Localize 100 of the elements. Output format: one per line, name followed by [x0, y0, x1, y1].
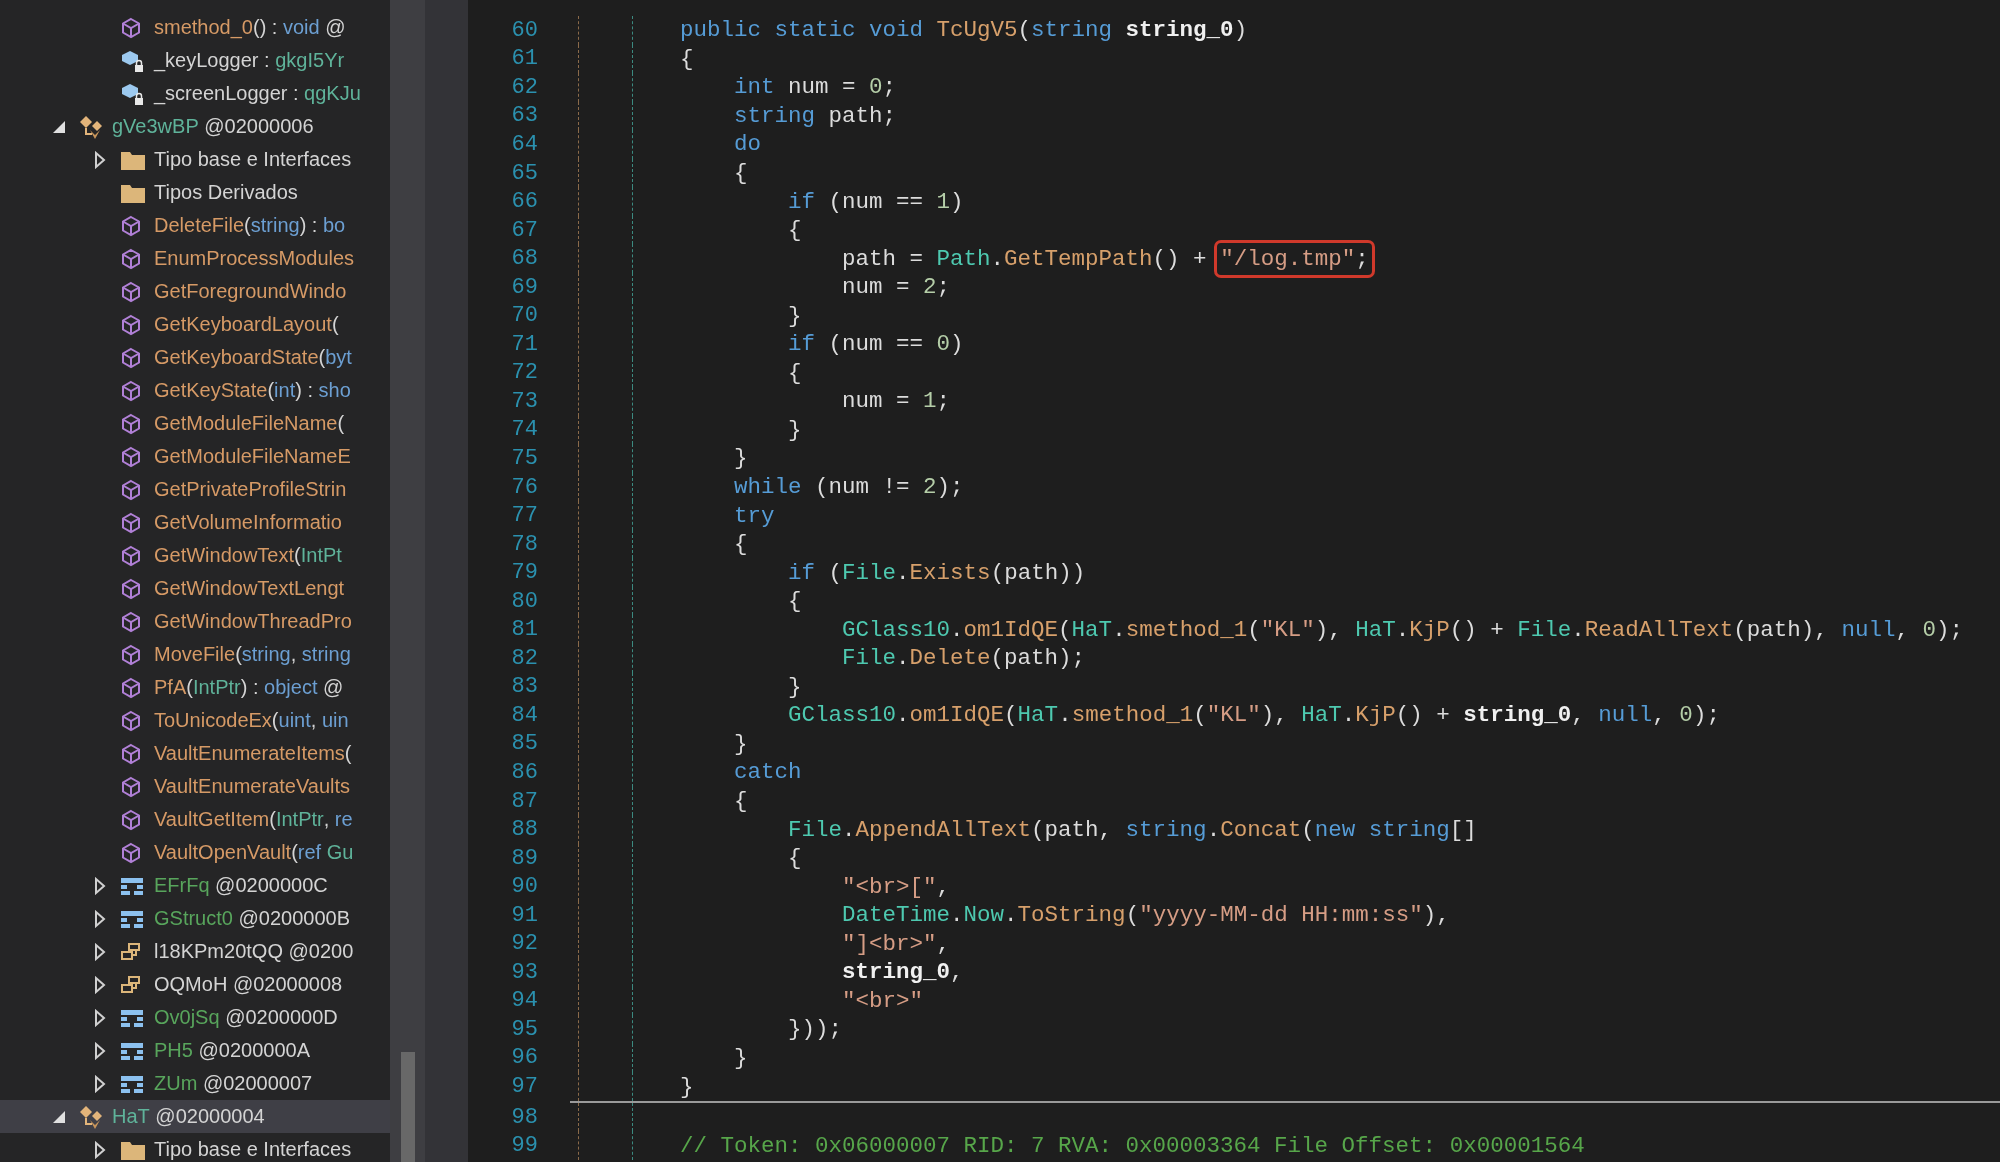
code-text: ), — [1260, 702, 1289, 729]
collapse-icon[interactable] — [52, 119, 66, 134]
tree-item[interactable]: ToUnicodeEx(uint, uin — [0, 704, 390, 737]
expand-icon[interactable] — [94, 876, 106, 895]
method-name: smethod_1 — [1125, 616, 1248, 643]
scrollbar[interactable] — [390, 0, 425, 1162]
tree-item[interactable]: GetForegroundWindo — [0, 275, 390, 308]
collapse-icon[interactable] — [52, 1109, 66, 1124]
tree-item[interactable]: GetWindowThreadPro — [0, 605, 390, 638]
line-number: 89 — [510, 845, 538, 871]
blocks-icon — [120, 875, 144, 896]
tree-item[interactable]: Tipo base e Interfaces — [0, 1133, 390, 1162]
keyword: try — [734, 502, 775, 529]
code-text: ), — [1314, 616, 1343, 643]
expand-icon[interactable] — [94, 150, 106, 169]
line-number: 82 — [510, 645, 538, 671]
expand-icon[interactable] — [94, 909, 106, 928]
line-number: 64 — [510, 131, 538, 157]
line-number: 88 — [510, 817, 538, 843]
code-text: , — [1895, 616, 1910, 643]
expand-icon[interactable] — [94, 1041, 106, 1060]
cube-icon — [120, 775, 142, 798]
tree-item[interactable]: Ov0jSq @0200000D — [0, 1001, 390, 1034]
string-literal: "<br>[" — [842, 873, 937, 900]
line-number: 95 — [510, 1016, 538, 1042]
tree-item[interactable]: GetVolumeInformatio — [0, 506, 390, 539]
code-text: ); — [1692, 702, 1720, 729]
tree-item[interactable]: GetKeyState(int) : sho — [0, 374, 390, 407]
tree-item[interactable]: _keyLogger : gkgI5Yr — [0, 44, 390, 77]
tree-item[interactable]: MoveFile(string, string — [0, 638, 390, 671]
keyword: do — [734, 131, 762, 158]
type-name: File — [842, 559, 897, 586]
cube-icon — [120, 610, 142, 633]
code-text: num = — [788, 74, 857, 101]
code-text: } — [788, 673, 802, 700]
code-text: { — [734, 788, 748, 815]
code-text: ); — [1935, 616, 1963, 643]
string-literal: "<br>" — [842, 987, 924, 1014]
tree-item[interactable]: _screenLogger : qgKJu — [0, 77, 390, 110]
tree-item[interactable]: VaultOpenVault(ref Gu — [0, 836, 390, 869]
expand-icon[interactable] — [94, 942, 106, 961]
tree-item[interactable]: GetWindowText(IntPt — [0, 539, 390, 572]
type-name: HaT — [1071, 616, 1113, 643]
code-text: ( — [1004, 702, 1018, 729]
code-text: ( — [1058, 616, 1072, 643]
expand-icon[interactable] — [94, 1074, 106, 1093]
expand-icon[interactable] — [94, 1008, 106, 1027]
tree-item[interactable]: GetModuleFileName( — [0, 407, 390, 440]
tree-item[interactable]: GetModuleFileNameE — [0, 440, 390, 473]
line-number: 83 — [510, 674, 538, 700]
number-literal: 0 — [1922, 616, 1936, 643]
tree-item[interactable]: PfA(IntPtr) : object @ — [0, 671, 390, 704]
tree-item[interactable]: GetPrivateProfileStrin — [0, 473, 390, 506]
cube-icon — [120, 16, 142, 39]
line-number: 75 — [510, 445, 538, 471]
parameter-name: string_0 — [842, 959, 951, 986]
scrollbar-thumb[interactable] — [400, 1052, 415, 1162]
tree-item[interactable]: VaultEnumerateVaults — [0, 770, 390, 803]
tree-item[interactable]: ZUm @02000007 — [0, 1067, 390, 1100]
expand-icon[interactable] — [94, 975, 106, 994]
tree-item[interactable]: gVe3wBP @02000006 — [0, 110, 390, 143]
code-text: ; — [1355, 245, 1369, 272]
expand-icon[interactable] — [94, 1140, 106, 1159]
code-text: [] — [1449, 816, 1477, 843]
tree-item[interactable]: VaultEnumerateItems( — [0, 737, 390, 770]
line-number: 84 — [510, 702, 538, 728]
tree-item[interactable]: smethod_0() : void @ — [0, 11, 390, 44]
tree-item[interactable]: GStruct0 @0200000B — [0, 902, 390, 935]
code-text: . — [1341, 702, 1356, 729]
cube-icon — [120, 412, 142, 435]
tree-item[interactable]: Tipo base e Interfaces — [0, 143, 390, 176]
keyword: new string — [1314, 816, 1450, 843]
code-text: })); — [788, 1016, 843, 1043]
tree-item[interactable]: DeleteFile(string) : bo — [0, 209, 390, 242]
cube-icon — [120, 808, 142, 831]
tree-item[interactable]: l18KPm20tQQ @0200 — [0, 935, 390, 968]
type-name: File — [1517, 616, 1572, 643]
cube-icon — [120, 643, 142, 666]
code-text: } — [680, 1073, 694, 1100]
tree-item[interactable]: EnumProcessModules — [0, 242, 390, 275]
line-number: 86 — [510, 760, 538, 785]
tree-item[interactable]: HaT @02000004 — [0, 1100, 390, 1133]
cube-icon — [120, 346, 142, 369]
tree-item[interactable]: GetWindowTextLengt — [0, 572, 390, 605]
keyword: null — [1841, 616, 1896, 643]
tree-item[interactable]: GetKeyboardLayout( — [0, 308, 390, 341]
line-number: 81 — [510, 617, 538, 643]
tree-item[interactable]: EFrFq @0200000C — [0, 869, 390, 902]
code-text: ( — [1017, 17, 1032, 44]
tree-item[interactable]: PH5 @0200000A — [0, 1034, 390, 1067]
code-comment: // Token: 0x06000007 RID: 7 RVA: 0x00003364 File Offset: 0x00001564 — [680, 1132, 1585, 1159]
keyword: int — [734, 74, 775, 101]
tree-item[interactable]: VaultGetItem(IntPtr, re — [0, 803, 390, 836]
tree-item[interactable]: Tipos Derivados — [0, 176, 390, 209]
tree-item[interactable]: OQMoH @02000008 — [0, 968, 390, 1001]
code-text: (num == — [828, 331, 925, 358]
code-text: (num != — [815, 474, 911, 500]
string-literal: "/log.tmp" — [1220, 245, 1356, 272]
keyword: string — [1125, 816, 1207, 843]
tree-item[interactable]: GetKeyboardState(byt — [0, 341, 390, 374]
